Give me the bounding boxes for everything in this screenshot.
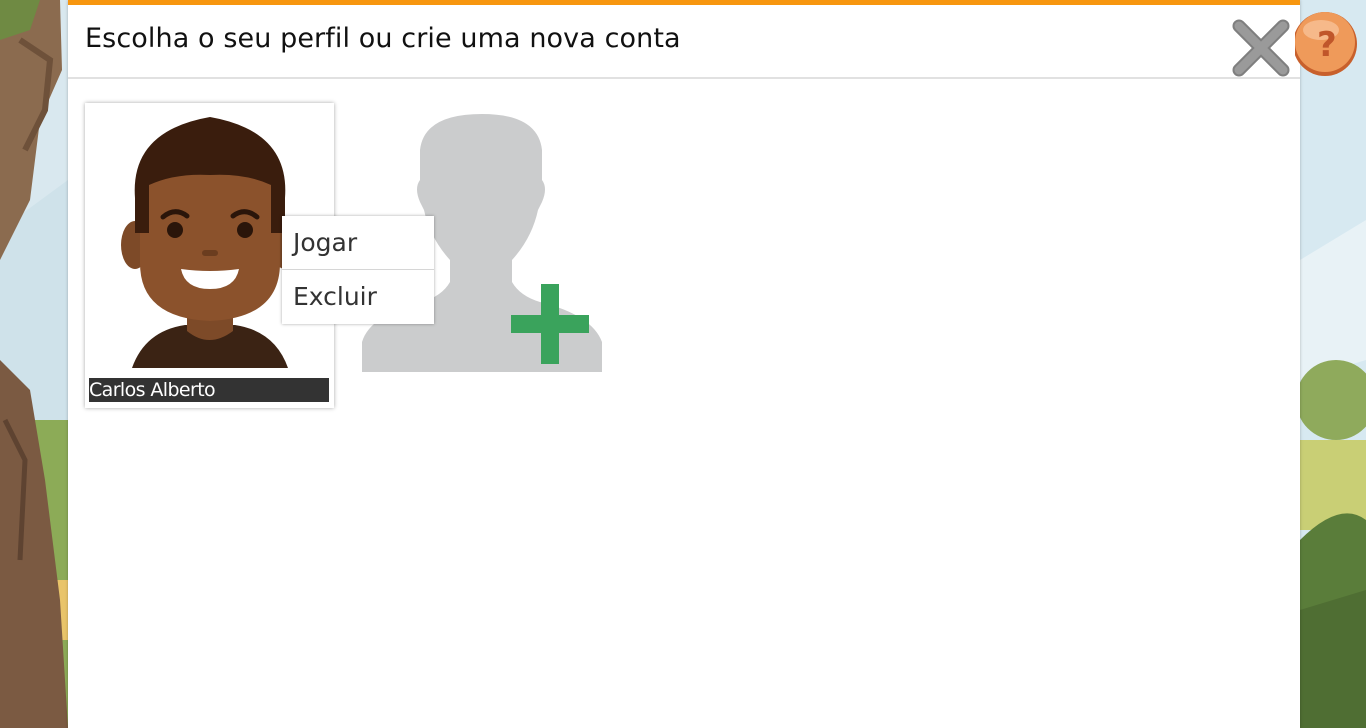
menu-item-play[interactable]: Jogar	[282, 216, 434, 270]
menu-item-delete[interactable]: Excluir	[282, 270, 434, 324]
help-button[interactable]: ?	[1295, 4, 1361, 78]
dialog-title: Escolha o seu perfil ou crie uma nova co…	[85, 23, 681, 54]
question-mark-icon: ?	[1317, 25, 1337, 65]
profile-name-label: Carlos Alberto	[89, 378, 329, 402]
dialog-header: Escolha o seu perfil ou crie uma nova co…	[68, 5, 1300, 79]
close-x-icon	[1232, 19, 1290, 77]
close-button[interactable]	[1230, 17, 1292, 79]
profile-context-menu: Jogar Excluir	[282, 216, 434, 324]
